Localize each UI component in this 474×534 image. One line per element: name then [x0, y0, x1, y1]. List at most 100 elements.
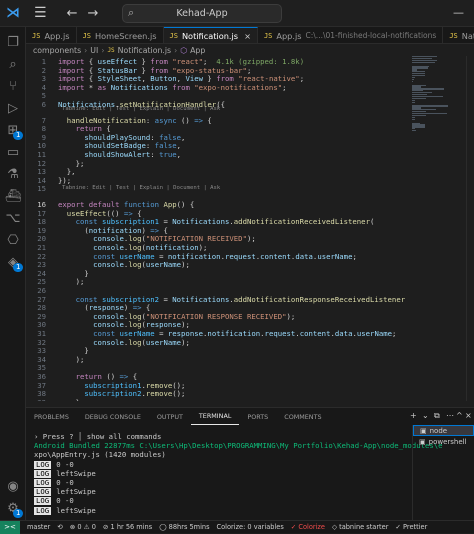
files-icon[interactable]: ❐: [0, 31, 26, 53]
code-line[interactable]: 39 };: [26, 398, 406, 401]
workspace-name: Kehad-App: [176, 8, 228, 19]
sync-item[interactable]: ⟲: [57, 523, 63, 531]
breadcrumb-item[interactable]: Notification.js: [118, 46, 171, 55]
code-token: notification: [207, 329, 261, 338]
js-file-icon: JS: [169, 32, 178, 40]
log-badge: LOG: [34, 487, 52, 497]
tabnine-item[interactable]: ◇ tabnine starter: [332, 523, 388, 531]
code-line[interactable]: 14});: [26, 176, 406, 186]
timeline-icon[interactable]: ◈ 1: [0, 251, 26, 273]
code-token: ,: [176, 150, 182, 159]
forward-arrow-icon[interactable]: →: [87, 6, 98, 21]
new-terminal-button[interactable]: +: [410, 411, 417, 420]
code-token: ;: [352, 251, 357, 261]
breadcrumb-item[interactable]: UI: [90, 46, 98, 55]
session-time-item[interactable]: ⊘ 1 hr 56 mins: [103, 523, 152, 531]
total-time-item[interactable]: ◯ 88hrs 5mins: [159, 523, 209, 531]
code-token: );: [246, 234, 256, 244]
code-token: setNotificationHandler: [119, 100, 217, 109]
code-token: content: [299, 329, 331, 338]
terminal-output[interactable]: › Press ? │ show all commands Android Bun…: [34, 432, 443, 515]
tab-homescreen-js[interactable]: JS HomeScreen.js: [77, 27, 164, 43]
code-line[interactable]: 15: [26, 185, 406, 194]
terminal-icon: ▣: [419, 437, 426, 446]
tab-problems[interactable]: PROBLEMS: [26, 408, 77, 425]
code-line[interactable]: 25 );: [26, 278, 406, 287]
terminal-item-node[interactable]: ▣ node: [413, 425, 474, 436]
terminal-text: › Press ? │ show all commands: [34, 432, 162, 441]
problems-item[interactable]: ⊗ 0 ⚠ 0: [70, 523, 96, 531]
code-line[interactable]: 13 },: [26, 167, 406, 177]
docker-icon[interactable]: ⛴: [0, 185, 26, 207]
tab-ports[interactable]: PORTS: [239, 408, 276, 425]
close-tab-icon[interactable]: ×: [244, 31, 251, 41]
activity-bar: ❐ ⌕ ⑂ ▷ ⊞ 1 ▭ ⚗ ⛴ ⌥ ⎔ ◈ 1 ◉ ⚙ 1: [0, 27, 26, 520]
tab-notification-js[interactable]: JS Notification.js ×: [163, 27, 258, 43]
account-icon[interactable]: ◉: [0, 475, 26, 497]
tab-app-js[interactable]: JS App.js: [26, 27, 77, 43]
terminal-item-powershell[interactable]: ▣ powershell: [413, 436, 474, 447]
settings-gear-icon[interactable]: ⚙ 1: [0, 497, 26, 519]
close-panel-icon[interactable]: ×: [465, 411, 472, 420]
code-token: userName: [145, 260, 182, 270]
git-graph-icon[interactable]: ⌥: [0, 207, 26, 229]
tab-nativescreen-js[interactable]: JSNativeScreen.js: [443, 27, 474, 43]
hamburger-icon[interactable]: ☰: [34, 5, 47, 21]
remote-explorer-icon[interactable]: ▭: [0, 141, 26, 163]
code-token: =: [159, 294, 173, 304]
split-terminal-icon[interactable]: ⧉: [434, 411, 440, 421]
code-line[interactable]: 34 );: [26, 355, 406, 365]
tab-label: NativeScreen.js: [461, 30, 474, 41]
prettier-item[interactable]: ✓ Prettier: [395, 523, 427, 531]
minimap[interactable]: [410, 56, 462, 136]
code-token: log: [128, 337, 142, 347]
code-token: :: [150, 150, 160, 159]
terminal-icon: ▣: [420, 426, 427, 435]
colorize-item[interactable]: ✓ Colorize: [291, 523, 325, 531]
tab-output[interactable]: OUTPUT: [149, 408, 191, 425]
more-actions-icon[interactable]: ⋯: [446, 411, 454, 420]
terminal-dropdown-icon[interactable]: ⌄: [422, 411, 429, 420]
tab-label: App.js: [44, 30, 70, 41]
colorize-variables-item[interactable]: Colorize: 0 variables: [217, 523, 284, 531]
code-token: request: [264, 329, 296, 338]
code-token: userName: [145, 337, 182, 347]
back-arrow-icon[interactable]: ←: [67, 6, 78, 21]
code-token: App: [163, 200, 177, 209]
terminal-line: LOG leftSwipe: [34, 506, 412, 515]
code-line[interactable]: 4 import * as Notifications from "expo-no…: [26, 82, 406, 93]
minimap-line: [412, 61, 436, 63]
code-token: =>: [194, 115, 204, 125]
minimap-line: [412, 118, 415, 120]
tab-app-js-finished[interactable]: JS App.js C:\...\01-finished-local-notific…: [258, 27, 444, 43]
command-center-search[interactable]: ⌕ Kehad-App: [122, 4, 282, 23]
log-badge: LOG: [34, 505, 52, 515]
search-icon[interactable]: ⌕: [0, 53, 26, 75]
chevron-right-icon: ›: [101, 45, 105, 55]
code-token: shouldShowAlert: [84, 150, 151, 159]
source-control-icon[interactable]: ⑂: [0, 75, 26, 97]
maximize-panel-icon[interactable]: ^: [456, 411, 463, 420]
code-line[interactable]: 12 };: [26, 159, 406, 169]
extensions-icon[interactable]: ⊞ 1: [0, 119, 26, 141]
terminal-line: LOG 0 -0: [34, 460, 412, 469]
line-number: 39: [26, 398, 46, 401]
code-line[interactable]: 6 Notifications.setNotificationHandler({: [26, 100, 406, 110]
editor-scrollbar[interactable]: [466, 56, 474, 401]
tab-comments[interactable]: COMMENTS: [276, 408, 329, 425]
run-debug-icon[interactable]: ▷: [0, 97, 26, 119]
tab-debug-console[interactable]: DEBUG CONSOLE: [77, 408, 149, 425]
terminal-line: LOG leftSwipe: [34, 487, 412, 497]
remote-indicator-icon[interactable]: ><: [0, 520, 20, 534]
source-graph-icon[interactable]: ⎔: [0, 229, 26, 251]
code-token: (: [369, 217, 375, 227]
code-token: content: [260, 251, 291, 261]
code-token: import: [58, 82, 89, 92]
breadcrumb-item[interactable]: App: [190, 46, 205, 55]
branch-item[interactable]: master: [27, 523, 50, 531]
testing-icon[interactable]: ⚗: [0, 163, 26, 185]
code-editor[interactable]: Tabnine: Edit | Test | Explain | Documen…: [26, 56, 406, 401]
breadcrumb-item[interactable]: components: [33, 46, 81, 55]
tab-terminal[interactable]: TERMINAL: [190, 408, 240, 425]
minimize-button[interactable]: —: [453, 6, 464, 19]
